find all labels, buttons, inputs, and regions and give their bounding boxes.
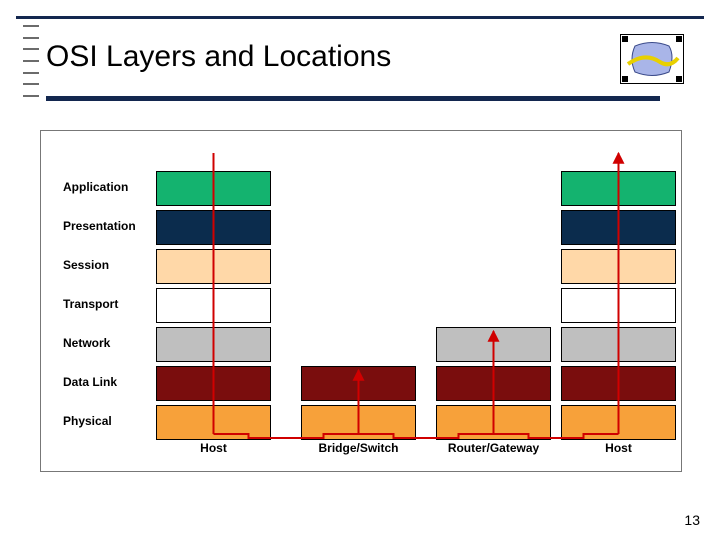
page-title: OSI Layers and Locations — [46, 40, 391, 74]
title-underline — [46, 96, 660, 101]
page-number: 13 — [684, 512, 700, 528]
top-rule — [16, 16, 704, 19]
diagram-frame: ApplicationPresentationSessionTransportN… — [40, 130, 682, 472]
data-path-arrows — [41, 131, 681, 471]
logo-icon — [620, 34, 684, 84]
decorative-comb — [23, 25, 39, 97]
